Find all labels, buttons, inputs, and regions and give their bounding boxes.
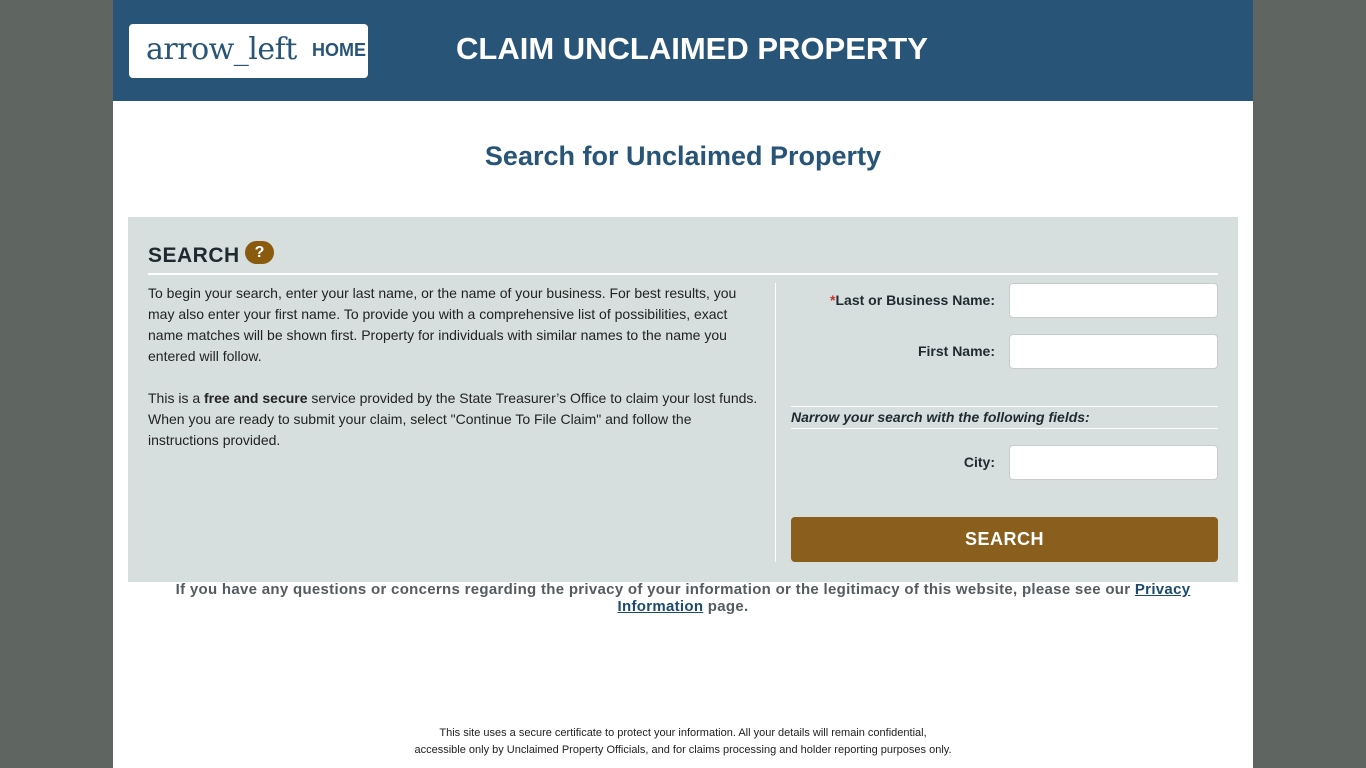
instructions-p2-bold: free and secure bbox=[204, 390, 308, 406]
last-name-label: *Last or Business Name: bbox=[830, 292, 995, 308]
last-name-label-text: Last or Business Name: bbox=[835, 292, 996, 308]
column-divider bbox=[775, 283, 776, 562]
narrow-divider-top bbox=[791, 406, 1218, 407]
help-icon[interactable]: ? bbox=[245, 241, 274, 264]
first-name-input[interactable] bbox=[1009, 334, 1218, 369]
city-label: City: bbox=[963, 454, 995, 470]
heading-divider bbox=[148, 273, 1218, 275]
privacy-text: If you have any questions or concerns re… bbox=[175, 581, 1135, 598]
first-name-label: First Name: bbox=[917, 343, 995, 359]
privacy-suffix: page. bbox=[703, 598, 749, 615]
site-header: arrow_left HOME CLAIM UNCLAIMED PROPERTY bbox=[113, 0, 1253, 101]
instructions-paragraph-2: This is a free and secure service provid… bbox=[148, 388, 763, 451]
footer-line-2: accessible only by Unclaimed Property Of… bbox=[414, 744, 952, 756]
page-title: Search for Unclaimed Property bbox=[484, 141, 882, 171]
arrow-left-icon: arrow_left bbox=[146, 32, 297, 67]
footer: This site uses a secure certificate to p… bbox=[113, 725, 1253, 759]
search-button[interactable]: SEARCH bbox=[791, 517, 1218, 562]
home-button[interactable]: arrow_left HOME bbox=[129, 24, 368, 78]
search-instructions: To begin your search, enter your last na… bbox=[148, 283, 763, 472]
last-name-input[interactable] bbox=[1009, 283, 1218, 318]
page-container: arrow_left HOME CLAIM UNCLAIMED PROPERTY… bbox=[113, 0, 1253, 768]
home-label: HOME bbox=[312, 40, 366, 60]
privacy-notice: If you have any questions or concerns re… bbox=[143, 581, 1223, 615]
search-panel: SEARCH ? To begin your search, enter you… bbox=[128, 217, 1238, 582]
narrow-divider-bottom bbox=[791, 428, 1218, 429]
search-heading: SEARCH bbox=[148, 244, 240, 267]
instructions-p2-prefix: This is a bbox=[148, 390, 205, 406]
instructions-paragraph-1: To begin your search, enter your last na… bbox=[148, 285, 737, 364]
footer-line-1: This site uses a secure certificate to p… bbox=[439, 727, 927, 739]
narrow-search-text: Narrow your search with the following fi… bbox=[791, 409, 1090, 425]
site-title: CLAIM UNCLAIMED PROPERTY bbox=[456, 31, 928, 66]
city-input[interactable] bbox=[1009, 445, 1218, 480]
